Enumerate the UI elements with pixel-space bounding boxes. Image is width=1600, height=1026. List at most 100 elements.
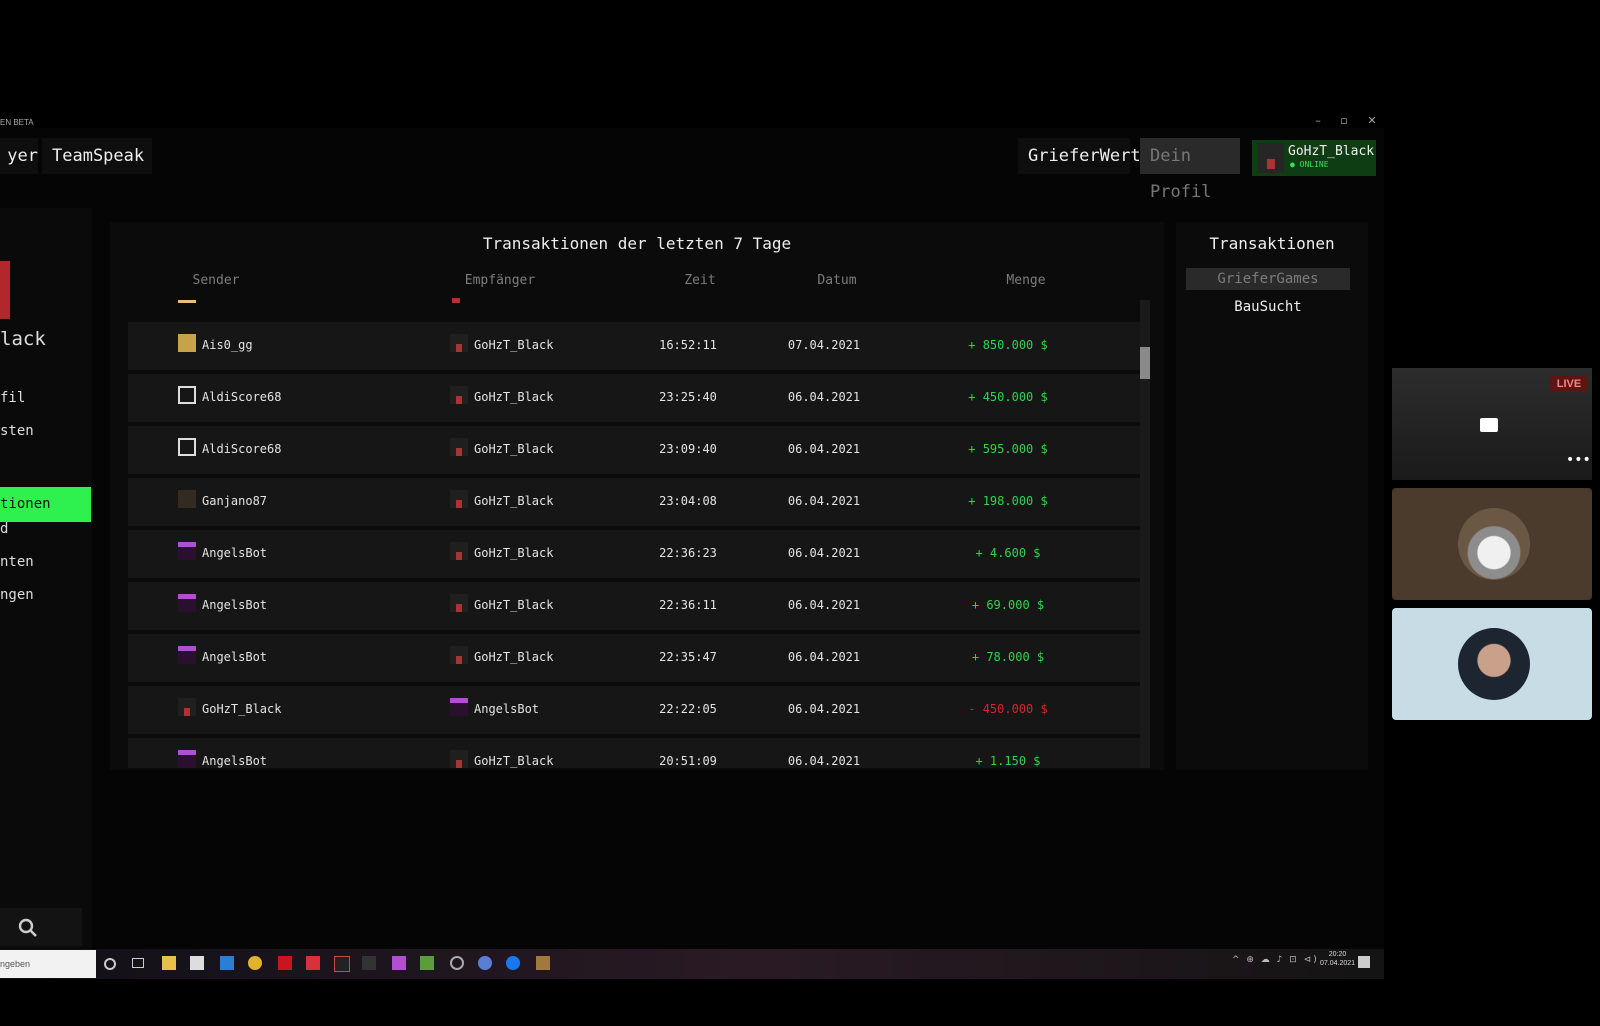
cell-date: 06.04.2021 — [787, 442, 861, 456]
cortana-icon[interactable] — [104, 958, 116, 970]
gohzt-skin-icon — [450, 594, 468, 612]
nav-tab-teamspeak[interactable]: TeamSpeak — [42, 138, 152, 174]
app-icon-circle[interactable] — [450, 956, 464, 970]
nav-tab-dein-profil[interactable]: Dein Profil — [1140, 138, 1240, 202]
search-icon — [18, 918, 37, 937]
cell-date: 06.04.2021 — [787, 702, 861, 716]
cell-date: 06.04.2021 — [787, 754, 861, 768]
cell-sender: AldiScore68 — [202, 442, 282, 456]
cell-receiver: GoHzT_Black — [474, 546, 554, 560]
server-item-bausucht[interactable]: BauSucht — [1186, 296, 1350, 318]
file-explorer-icon[interactable] — [162, 956, 176, 970]
sidebar-search[interactable] — [0, 908, 82, 946]
table-row[interactable]: AngelsBot GoHzT_Black 22:36:23 06.04.2021 + … — [128, 528, 1140, 580]
app-icon-red-2[interactable] — [306, 956, 320, 970]
cell-amount: + 4.600 $ — [975, 546, 1041, 560]
skin-icon — [452, 298, 460, 303]
app-icon-dark[interactable] — [334, 956, 350, 972]
player-skin-preview — [0, 261, 10, 319]
user-avatar — [1258, 143, 1284, 173]
angel-skin-icon — [178, 750, 196, 768]
store-icon[interactable] — [190, 956, 204, 970]
sidebar-item-kosten[interactable]: sten — [0, 423, 34, 439]
cell-receiver: GoHzT_Black — [474, 338, 554, 352]
empty-skin-icon — [178, 438, 196, 456]
notifications-icon[interactable] — [1358, 956, 1370, 968]
minecraft-icon[interactable] — [420, 956, 434, 970]
cell-sender: AngelsBot — [202, 546, 268, 560]
system-tray[interactable]: ^ ⊕ ☁ ♪ ⊡ ⊲) — [1232, 955, 1319, 965]
gohzt-skin-icon — [450, 750, 468, 768]
cell-receiver: GoHzT_Black — [474, 390, 554, 404]
cell-receiver: AngelsBot — [474, 702, 540, 716]
table-row[interactable]: AldiScore68 GoHzT_Black 23:25:40 06.04.2021… — [128, 372, 1140, 424]
transactions-table-body[interactable]: Ais0_gg GoHzT_Black 16:52:11 07.04.2021 + 85… — [128, 298, 1140, 768]
taskbar-clock[interactable]: 20:20 07.04.2021 — [1320, 950, 1355, 968]
labymod-icon[interactable] — [536, 956, 550, 970]
empty-skin-icon — [178, 386, 196, 404]
taskbar-search-input[interactable]: ngeben — [0, 950, 96, 978]
participant-avatar — [1458, 508, 1530, 580]
mail-icon[interactable] — [220, 956, 234, 970]
dark-skin-icon — [178, 490, 196, 508]
cell-amount: - 450.000 $ — [968, 702, 1048, 716]
cell-sender: Ais0_gg — [202, 338, 253, 352]
chrome-icon[interactable] — [248, 956, 262, 970]
nav-tab-grieferwert[interactable]: GrieferWert — [1018, 138, 1141, 174]
gohzt-skin-icon — [450, 490, 468, 508]
cell-receiver: GoHzT_Black — [474, 598, 554, 612]
skin-icon — [178, 300, 196, 303]
table-row[interactable]: Ais0_gg GoHzT_Black 16:52:11 07.04.2021 + 85… — [128, 320, 1140, 372]
cell-date: 07.04.2021 — [787, 338, 861, 352]
table-row[interactable]: AngelsBot GoHzT_Black 22:36:11 06.04.2021 + … — [128, 580, 1140, 632]
cell-sender: AngelsBot — [202, 754, 268, 768]
server-item-griefergames[interactable]: GrieferGames — [1186, 268, 1350, 290]
cell-amount: + 450.000 $ — [968, 390, 1048, 404]
cell-amount: + 1.150 $ — [975, 754, 1041, 768]
cell-date: 06.04.2021 — [787, 390, 861, 404]
cell-time: 23:25:40 — [659, 390, 717, 404]
sidebar — [0, 208, 92, 949]
table-row[interactable]: AngelsBot GoHzT_Black 20:51:09 06.04.2021 + … — [128, 736, 1140, 768]
app-icon-grey[interactable] — [362, 956, 376, 970]
cell-receiver: GoHzT_Black — [474, 754, 554, 768]
cell-time: 22:36:11 — [659, 598, 717, 612]
cell-date: 06.04.2021 — [787, 546, 861, 560]
sidebar-item-einstellungen[interactable]: ngen — [0, 587, 34, 603]
app-icon-blue[interactable] — [478, 956, 492, 970]
task-view-icon[interactable] — [132, 958, 144, 968]
table-row[interactable]: Ganjano87 GoHzT_Black 23:04:08 06.04.2021 + … — [128, 476, 1140, 528]
cell-sender: AldiScore68 — [202, 390, 282, 404]
table-row[interactable]: AngelsBot GoHzT_Black 22:35:47 06.04.2021 + … — [128, 632, 1140, 684]
facebook-icon[interactable] — [506, 956, 520, 970]
gohzt-skin-icon — [450, 438, 468, 456]
cell-receiver: GoHzT_Black — [474, 442, 554, 456]
user-name: GoHzT_Black — [1288, 144, 1375, 159]
nav-tab-partial[interactable]: yer — [0, 138, 38, 174]
cell-time: 23:04:08 — [659, 494, 717, 508]
user-online-status: ● ONLINE — [1290, 160, 1329, 169]
camera-icon[interactable] — [1480, 418, 1498, 432]
sidebar-item-d[interactable]: d — [0, 521, 8, 537]
table-scrollbar-thumb[interactable] — [1140, 347, 1150, 379]
clock-date: 07.04.2021 — [1320, 960, 1356, 967]
column-header-menge: Menge — [1006, 273, 1046, 288]
column-header-zeit: Zeit — [684, 273, 716, 288]
table-row[interactable]: AldiScore68 GoHzT_Black 23:09:40 06.04.2021… — [128, 424, 1140, 476]
app-icon-purple[interactable] — [392, 956, 406, 970]
cell-time: 22:35:47 — [659, 650, 717, 664]
gohzt-skin-icon — [450, 646, 468, 664]
sidebar-item-profil[interactable]: fil — [0, 390, 25, 406]
angel-skin-icon — [178, 594, 196, 612]
app-icon-red[interactable] — [278, 956, 292, 970]
transactions-title: Transaktionen der letzten 7 Tage — [482, 234, 792, 253]
column-header-sender: Sender — [192, 273, 240, 288]
cell-amount: + 69.000 $ — [971, 598, 1045, 612]
cell-sender: GoHzT_Black — [202, 702, 282, 716]
live-badge: LIVE — [1550, 376, 1588, 392]
more-options-icon[interactable]: ••• — [1566, 452, 1591, 468]
cell-amount: + 850.000 $ — [968, 338, 1048, 352]
sidebar-item-nten[interactable]: nten — [0, 554, 34, 570]
table-row[interactable]: GoHzT_Black AngelsBot 22:22:05 06.04.2021 - … — [128, 684, 1140, 736]
sidebar-item-transaktionen[interactable]: tionen — [0, 487, 91, 522]
